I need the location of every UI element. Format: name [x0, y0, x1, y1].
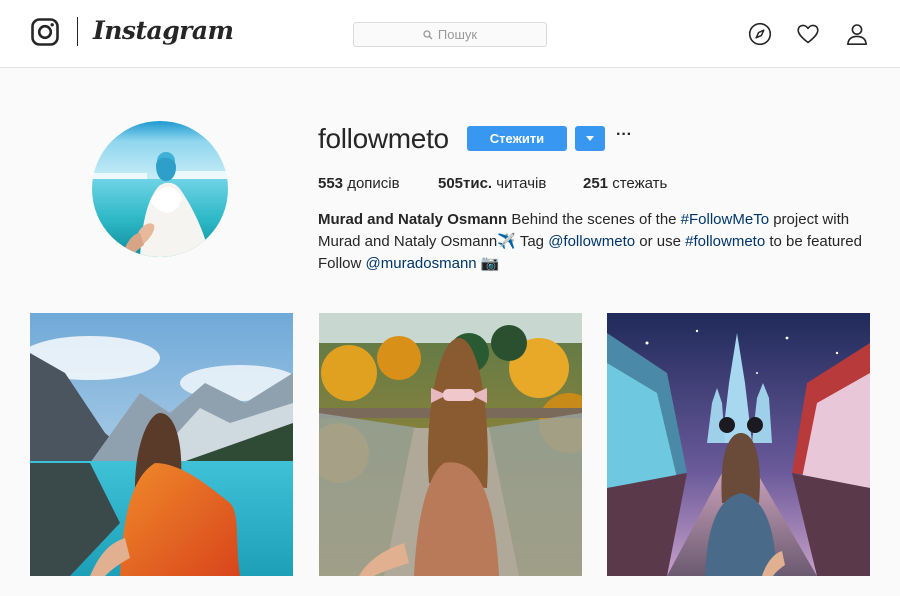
bio-line-1: Murad and Nataly Osmann Behind the scene… — [318, 209, 878, 231]
post-thumbnail-mountain-lake[interactable] — [30, 313, 293, 576]
logo-divider — [77, 17, 78, 46]
profile-bio: Murad and Nataly Osmann Behind the scene… — [318, 209, 878, 275]
bio-mention-link[interactable]: @muradosmann — [366, 255, 477, 272]
bio-text: or use — [635, 233, 686, 250]
chevron-down-icon — [586, 136, 594, 141]
posts-count-stat: 553 дописів — [318, 174, 400, 194]
bio-text: project with — [769, 211, 850, 228]
avatar-image — [92, 121, 228, 257]
bio-text: Behind the scenes of the — [507, 211, 681, 228]
following-count: 251 — [583, 175, 609, 192]
bio-hashtag-link[interactable]: #FollowMeTo — [681, 211, 769, 228]
profile-avatar[interactable] — [92, 121, 228, 257]
bio-line-2: Murad and Nataly Osmann✈️ Tag @followmet… — [318, 231, 878, 253]
followers-count: 505тис. — [438, 175, 493, 192]
instagram-camera-logo-icon[interactable] — [31, 18, 59, 46]
posts-count: 553 — [318, 175, 344, 192]
post-thumbnail-disney-castle[interactable] — [607, 313, 870, 576]
following-label: стежать — [612, 175, 668, 192]
followers-count-stat[interactable]: 505тис. читачів — [438, 174, 546, 194]
profile-username: followmeto — [318, 123, 449, 154]
bio-line-3: Follow @muradosmann 📷 — [318, 253, 878, 275]
more-options-button[interactable]: ··· — [616, 127, 632, 148]
post-image — [319, 313, 582, 576]
followers-label: читачів — [496, 175, 547, 192]
search-input[interactable]: Пошук — [353, 22, 547, 47]
camera-emoji-icon: 📷 — [480, 255, 500, 272]
post-thumbnail-suspension-bridge[interactable] — [319, 313, 582, 576]
post-image — [30, 313, 293, 576]
search-icon — [423, 29, 433, 39]
compass-icon[interactable] — [748, 22, 772, 46]
bio-mention-link[interactable]: @followmeto — [548, 233, 635, 250]
bio-full-name: Murad and Nataly Osmann — [318, 211, 508, 228]
follow-button[interactable]: Стежити — [467, 126, 567, 151]
instagram-wordmark[interactable]: Instagram — [93, 14, 234, 48]
posts-label: дописів — [347, 175, 400, 192]
bio-hashtag-link[interactable]: #followmeto — [685, 233, 765, 250]
person-icon[interactable] — [845, 22, 869, 46]
heart-icon[interactable] — [796, 22, 820, 46]
suggestions-dropdown-button[interactable] — [575, 126, 605, 151]
bio-text: Follow — [318, 255, 366, 272]
post-image — [607, 313, 870, 576]
search-placeholder: Пошук — [437, 27, 478, 42]
top-navigation-bar: Instagram Пошук — [0, 0, 900, 68]
bio-text: to be featured — [765, 233, 862, 250]
following-count-stat[interactable]: 251 стежать — [583, 174, 667, 194]
bio-text: Murad and Nataly Osmann✈️ Tag — [318, 233, 549, 250]
